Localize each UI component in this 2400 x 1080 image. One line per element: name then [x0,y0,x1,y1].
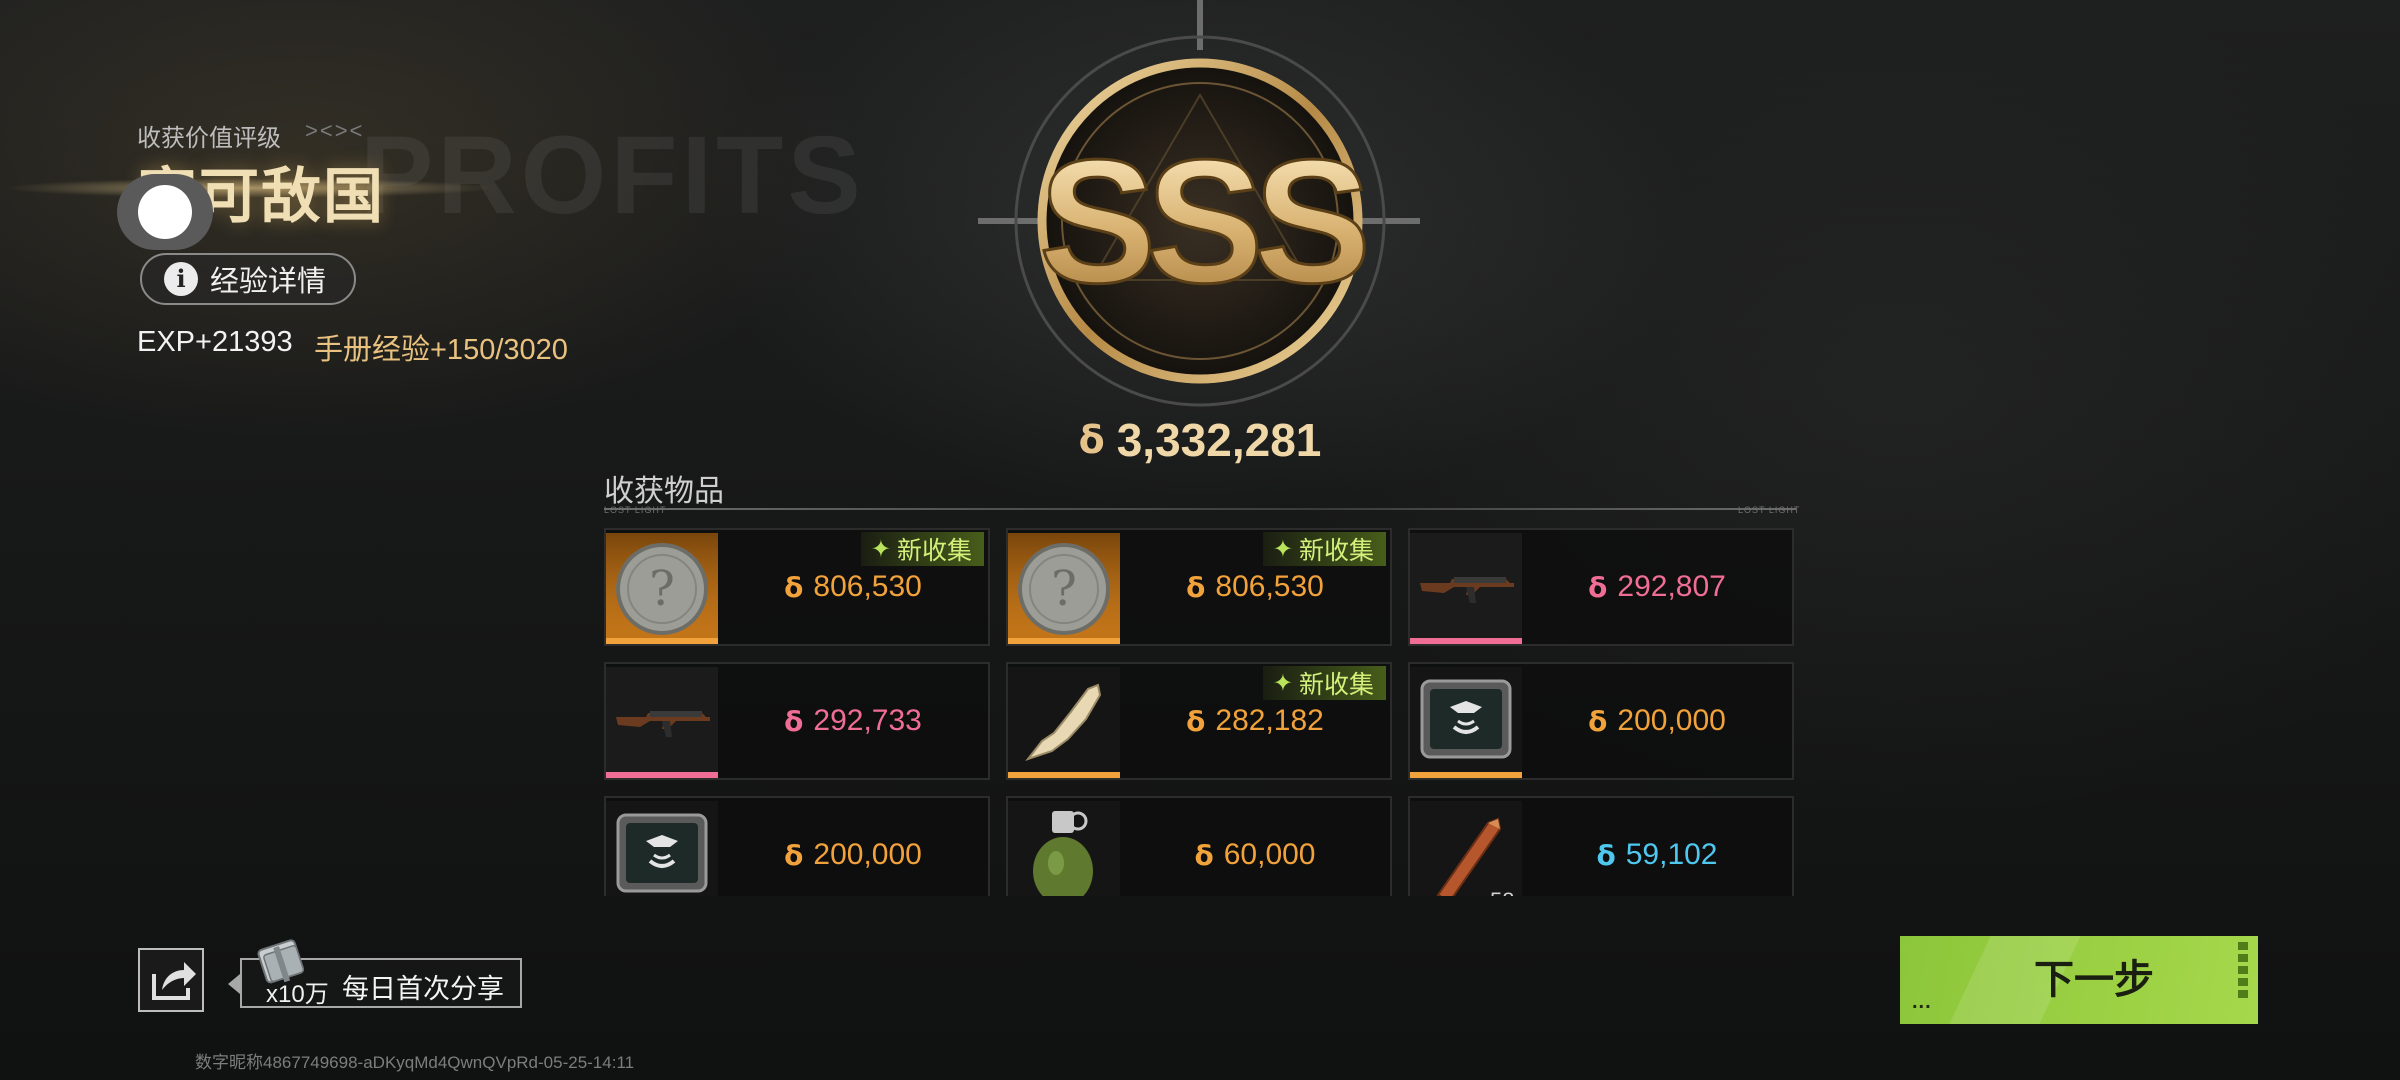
new-collection-label: 新收集 [1298,537,1374,565]
item-card[interactable]: ẟ 60,000 [1006,796,1392,896]
item-card[interactable]: ẟ 282,182 ✦ 新收集 [1006,662,1392,780]
tablet-device-icon [1410,667,1522,775]
stripes-decoration [2238,942,2248,1002]
share-multiplier: x10万 [266,981,329,1008]
currency-icon: ẟ [784,838,804,872]
sparkle-icon: ✦ [870,535,891,563]
currency-icon: ẟ [784,570,804,604]
sparkle-icon: ✦ [1272,535,1293,563]
item-card[interactable]: ẟ 292,733 [604,662,990,780]
item-value-number: 292,733 [813,704,922,737]
share-icon [152,962,196,1000]
next-step-button[interactable]: 下一步 ... [1900,936,2258,1024]
currency-icon: ẟ [1186,570,1206,604]
share-text: 每日首次分享 [342,974,504,1004]
mystery-coin-icon: ? [1008,533,1120,641]
rarity-bar [1410,638,1522,644]
item-value: ẟ 200,000 [718,798,988,896]
assault-rifle-icon [606,667,718,775]
item-value: ẟ 60,000 [1120,798,1390,896]
svg-text:?: ? [649,561,675,617]
currency-icon: ẟ [1194,838,1214,872]
rifle-ammo-icon [1410,801,1522,896]
currency-icon: ẟ [1588,570,1608,604]
sparkle-icon: ✦ [1272,669,1293,697]
share-promo[interactable]: x10万 每日首次分享 [228,939,522,1008]
rarity-bar [606,638,718,644]
new-collection-label: 新收集 [1298,671,1374,699]
item-card[interactable]: ẟ 59,102 58 [1408,796,1794,896]
item-card[interactable]: ? ẟ 806,530 ✦ 新收集 [1006,528,1392,646]
currency-icon: ẟ [784,704,804,738]
bone-fragment-icon [1008,667,1120,775]
svg-text:?: ? [1051,561,1077,617]
mystery-coin-icon: ? [606,533,718,641]
next-step-label: 下一步 [2034,958,2154,1002]
item-value-number: 806,530 [813,570,922,603]
new-collection-tag: ✦ 新收集 [1262,532,1386,566]
new-collection-tag: ✦ 新收集 [860,532,984,566]
grenade-icon [1008,801,1120,896]
rarity-bar [606,772,718,778]
item-value-number: 282,182 [1215,704,1324,737]
currency-icon: ẟ [1588,704,1608,738]
item-value-number: 59,102 [1625,838,1718,871]
currency-icon: ẟ [1186,704,1206,738]
item-value: ẟ 292,807 [1522,530,1792,644]
item-value-number: 292,807 [1617,570,1726,603]
footer-id: 数字昵称4867749698-aDKyqMd4QwnQVpRd-05-25-14… [195,1053,635,1072]
rarity-bar [1008,638,1120,644]
item-value: ẟ 59,102 [1522,798,1792,896]
item-value-number: 200,000 [1617,704,1726,737]
rarity-bar [1008,772,1120,778]
share-button[interactable] [138,948,204,1012]
item-value: ẟ 292,733 [718,664,988,778]
item-value-number: 806,530 [1215,570,1324,603]
item-value-number: 60,000 [1223,838,1316,871]
item-card[interactable]: ẟ 200,000 [1408,662,1794,780]
item-card[interactable]: ? ẟ 806,530 ✦ 新收集 [604,528,990,646]
item-value: ẟ 200,000 [1522,664,1792,778]
item-card[interactable]: ẟ 200,000 [604,796,990,896]
item-card[interactable]: ẟ 292,807 [1408,528,1794,646]
rarity-bar [1410,772,1522,778]
item-value-number: 200,000 [813,838,922,871]
item-count: 58 [1490,888,1514,896]
new-collection-tag: ✦ 新收集 [1262,666,1386,700]
currency-icon: ẟ [1596,838,1616,872]
tablet-device-icon [606,801,718,896]
new-collection-label: 新收集 [896,537,972,565]
next-step-dots: ... [1912,991,1932,1013]
assault-rifle-icon [1410,533,1522,641]
items-grid: ? ẟ 806,530 ✦ 新收集? ẟ 806,530 ✦ 新收集 ẟ 292,807 ẟ 292,7… [0,0,2400,896]
